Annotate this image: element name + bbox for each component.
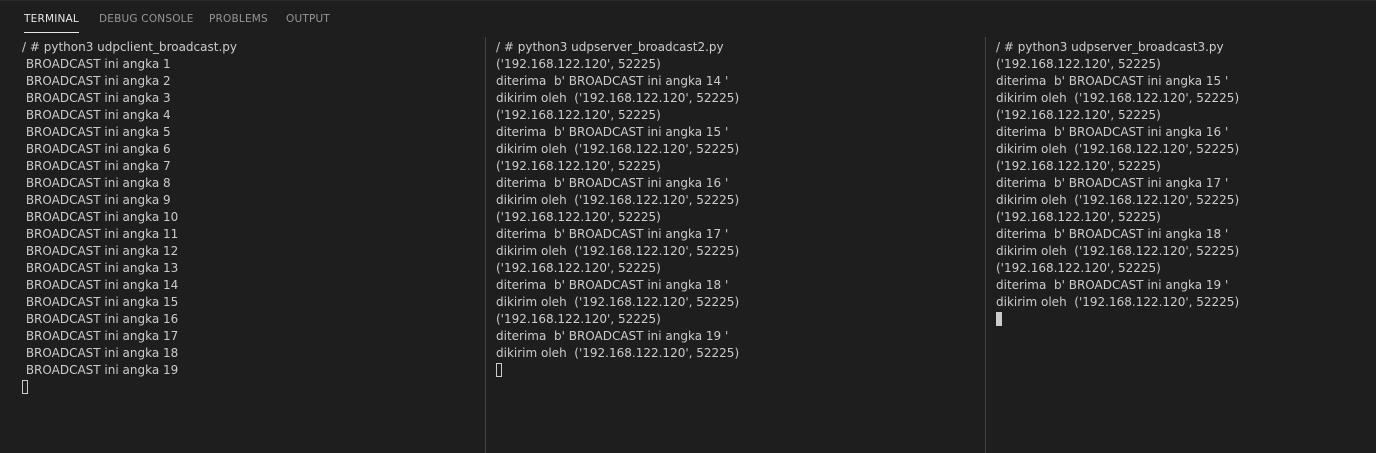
- output-line: diterima b' BROADCAST ini angka 14 ': [496, 74, 729, 88]
- cursor-icon: [22, 380, 28, 394]
- output-line: BROADCAST ini angka 4: [22, 108, 171, 122]
- output-line: BROADCAST ini angka 12: [22, 244, 179, 258]
- output-line: dikirim oleh ('192.168.122.120', 52225): [496, 91, 740, 105]
- output-line: dikirim oleh ('192.168.122.120', 52225): [496, 346, 740, 360]
- output-line: diterima b' BROADCAST ini angka 17 ': [496, 227, 729, 241]
- cursor-icon: [496, 363, 502, 377]
- output-line: BROADCAST ini angka 16: [22, 312, 179, 326]
- terminal-output: / # python3 udpclient_broadcast.py BROAD…: [22, 39, 237, 396]
- output-line: ('192.168.122.120', 52225): [496, 312, 661, 326]
- output-line: dikirim oleh ('192.168.122.120', 52225): [496, 244, 740, 258]
- output-line: BROADCAST ini angka 11: [22, 227, 179, 241]
- output-line: ('192.168.122.120', 52225): [496, 57, 661, 71]
- output-line: diterima b' BROADCAST ini angka 15 ': [996, 74, 1229, 88]
- tab-output[interactable]: OUTPUT: [286, 13, 330, 25]
- prompt-line[interactable]: [496, 362, 739, 379]
- cursor-icon: [996, 312, 1002, 326]
- output-line: dikirim oleh ('192.168.122.120', 52225): [996, 295, 1240, 309]
- output-line: diterima b' BROADCAST ini angka 16 ': [996, 125, 1229, 139]
- output-line: diterima b' BROADCAST ini angka 18 ': [496, 278, 729, 292]
- output-line: diterima b' BROADCAST ini angka 19 ': [496, 329, 729, 343]
- terminal-pane-client[interactable]: / # python3 udpclient_broadcast.py BROAD…: [0, 37, 485, 453]
- output-line: dikirim oleh ('192.168.122.120', 52225): [496, 142, 740, 156]
- output-line: BROADCAST ini angka 13: [22, 261, 179, 275]
- output-line: diterima b' BROADCAST ini angka 19 ': [996, 278, 1229, 292]
- tab-problems[interactable]: PROBLEMS: [209, 13, 268, 25]
- output-line: diterima b' BROADCAST ini angka 16 ': [496, 176, 729, 190]
- command-line: / # python3 udpclient_broadcast.py: [22, 40, 237, 54]
- panel-tab-bar: TERMINAL DEBUG CONSOLE PROBLEMS OUTPUT: [0, 1, 1376, 37]
- output-line: diterima b' BROADCAST ini angka 15 ': [496, 125, 729, 139]
- output-line: BROADCAST ini angka 17: [22, 329, 179, 343]
- command-line: / # python3 udpserver_broadcast2.py: [496, 40, 724, 54]
- output-line: BROADCAST ini angka 15: [22, 295, 179, 309]
- prompt-line[interactable]: [22, 379, 237, 396]
- output-line: dikirim oleh ('192.168.122.120', 52225): [996, 142, 1240, 156]
- output-line: dikirim oleh ('192.168.122.120', 52225): [496, 193, 740, 207]
- output-line: ('192.168.122.120', 52225): [996, 57, 1161, 71]
- output-line: dikirim oleh ('192.168.122.120', 52225): [996, 193, 1240, 207]
- terminal-output: / # python3 udpserver_broadcast2.py ('192…: [496, 39, 739, 379]
- output-line: ('192.168.122.120', 52225): [496, 108, 661, 122]
- output-line: diterima b' BROADCAST ini angka 18 ': [996, 227, 1229, 241]
- output-line: dikirim oleh ('192.168.122.120', 52225): [996, 244, 1240, 258]
- terminal-panel: TERMINAL DEBUG CONSOLE PROBLEMS OUTPUT /…: [0, 0, 1376, 453]
- output-line: ('192.168.122.120', 52225): [496, 261, 661, 275]
- prompt-line[interactable]: [996, 311, 1239, 328]
- output-line: BROADCAST ini angka 9: [22, 193, 171, 207]
- output-line: BROADCAST ini angka 10: [22, 210, 179, 224]
- output-line: BROADCAST ini angka 1: [22, 57, 171, 71]
- output-line: ('192.168.122.120', 52225): [496, 210, 661, 224]
- command-line: / # python3 udpserver_broadcast3.py: [996, 40, 1224, 54]
- output-line: ('192.168.122.120', 52225): [996, 210, 1161, 224]
- output-line: BROADCAST ini angka 14: [22, 278, 179, 292]
- output-line: BROADCAST ini angka 6: [22, 142, 171, 156]
- output-line: ('192.168.122.120', 52225): [496, 159, 661, 173]
- terminal-pane-server-2[interactable]: / # python3 udpserver_broadcast2.py ('192…: [485, 37, 985, 453]
- output-line: ('192.168.122.120', 52225): [996, 108, 1161, 122]
- output-line: BROADCAST ini angka 18: [22, 346, 179, 360]
- output-line: BROADCAST ini angka 5: [22, 125, 171, 139]
- output-line: dikirim oleh ('192.168.122.120', 52225): [496, 295, 740, 309]
- output-line: BROADCAST ini angka 7: [22, 159, 171, 173]
- output-line: BROADCAST ini angka 19: [22, 363, 179, 377]
- terminal-pane-server-3[interactable]: / # python3 udpserver_broadcast3.py ('192…: [985, 37, 1376, 453]
- output-line: BROADCAST ini angka 2: [22, 74, 171, 88]
- output-line: ('192.168.122.120', 52225): [996, 261, 1161, 275]
- tab-terminal[interactable]: TERMINAL: [24, 13, 79, 33]
- output-line: diterima b' BROADCAST ini angka 17 ': [996, 176, 1229, 190]
- output-line: BROADCAST ini angka 8: [22, 176, 171, 190]
- output-line: ('192.168.122.120', 52225): [996, 159, 1161, 173]
- terminal-output: / # python3 udpserver_broadcast3.py ('192…: [996, 39, 1239, 328]
- output-line: BROADCAST ini angka 3: [22, 91, 171, 105]
- tab-debug-console[interactable]: DEBUG CONSOLE: [99, 13, 194, 25]
- output-line: dikirim oleh ('192.168.122.120', 52225): [996, 91, 1240, 105]
